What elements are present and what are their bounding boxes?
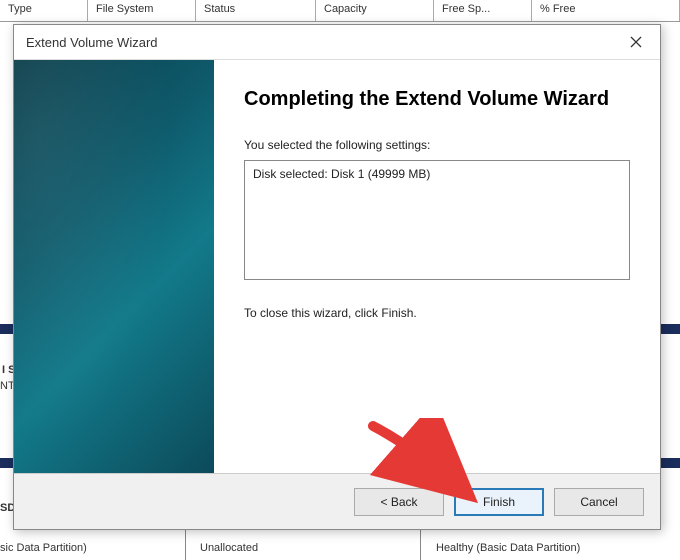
bg-label-unallocated: Unallocated [200, 542, 258, 554]
bg-th-filesystem[interactable]: File System [88, 0, 196, 21]
wizard-heading: Completing the Extend Volume Wizard [244, 86, 630, 112]
dialog-content: Completing the Extend Volume Wizard You … [14, 59, 660, 473]
close-button[interactable] [618, 28, 654, 56]
button-row: < Back Finish Cancel [14, 473, 660, 529]
finish-button[interactable]: Finish [454, 488, 544, 516]
bg-table-header: Type File System Status Capacity Free Sp… [0, 0, 680, 22]
cancel-button[interactable]: Cancel [554, 488, 644, 516]
close-icon [630, 36, 642, 48]
bg-th-capacity[interactable]: Capacity [316, 0, 434, 21]
dialog-titlebar: Extend Volume Wizard [14, 25, 660, 59]
extend-volume-wizard-dialog: Extend Volume Wizard Completing the Exte… [13, 24, 661, 530]
bg-label-partition1: sic Data Partition) [0, 542, 87, 554]
bg-th-freesp[interactable]: Free Sp... [434, 0, 532, 21]
dialog-title: Extend Volume Wizard [26, 35, 158, 50]
bg-th-pctfree[interactable]: % Free [532, 0, 680, 21]
bg-label-partition2: Healthy (Basic Data Partition) [436, 542, 580, 554]
close-hint-text: To close this wizard, click Finish. [244, 306, 630, 320]
settings-line: Disk selected: Disk 1 (49999 MB) [253, 167, 430, 181]
settings-summary-box: Disk selected: Disk 1 (49999 MB) [244, 160, 630, 280]
wizard-subtext: You selected the following settings: [244, 138, 630, 152]
wizard-main: Completing the Extend Volume Wizard You … [214, 60, 660, 473]
bg-th-type[interactable]: Type [0, 0, 88, 21]
wizard-side-graphic [14, 60, 214, 473]
bg-th-status[interactable]: Status [196, 0, 316, 21]
back-button[interactable]: < Back [354, 488, 444, 516]
